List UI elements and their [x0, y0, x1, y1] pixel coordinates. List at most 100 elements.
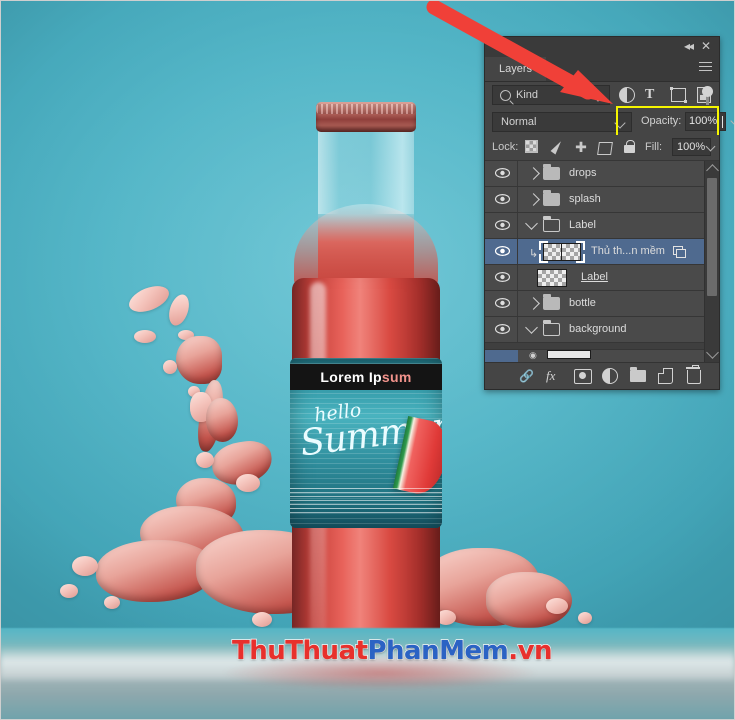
scroll-down-arrow-icon[interactable]	[706, 346, 719, 359]
layer-row[interactable]: Label	[485, 265, 719, 291]
lock-artboard-icon[interactable]	[597, 140, 613, 155]
filter-kind-label: Kind	[516, 89, 539, 101]
lock-image-pixels-icon[interactable]	[550, 139, 564, 155]
close-icon[interactable]: ✕	[701, 40, 711, 53]
panel-footer-toolbar: 🔗 fx	[485, 362, 719, 389]
folder-open-icon	[543, 320, 560, 336]
layer-name: background	[569, 323, 627, 335]
layers-list[interactable]: drops splash Label ↳ Thủ th...n mềm Labe…	[485, 161, 719, 362]
row-divider	[517, 161, 518, 186]
row-divider	[517, 291, 518, 316]
layer-row[interactable]: ↳ Thủ th...n mềm	[485, 239, 719, 265]
layer-row[interactable]: drops	[485, 161, 719, 187]
layer-name: drops	[569, 167, 597, 179]
chevron-right-icon[interactable]	[527, 167, 540, 180]
panel-tab-row: Layers	[485, 57, 719, 82]
new-layer-icon[interactable]	[658, 368, 673, 384]
layers-scrollbar[interactable]	[704, 161, 719, 362]
layer-row[interactable]: Label	[485, 213, 719, 239]
chevron-right-icon[interactable]	[527, 297, 540, 310]
delete-layer-icon[interactable]	[686, 365, 701, 384]
eye-icon[interactable]	[495, 271, 510, 283]
label-title-light: sum	[381, 369, 412, 385]
label-bottom-lines	[290, 488, 442, 514]
eye-icon[interactable]	[495, 245, 510, 257]
layer-style-fx-icon[interactable]: fx	[546, 368, 555, 384]
blend-mode-dropdown[interactable]: Normal	[492, 112, 632, 132]
label-title: Lorem Ipsum	[290, 367, 442, 387]
eye-icon[interactable]	[495, 193, 510, 205]
blend-opacity-row: Normal Opacity: 100%	[485, 106, 735, 137]
chevron-down-icon[interactable]	[525, 321, 538, 334]
folder-icon	[543, 294, 560, 310]
watermark-part-2: PhanMem	[367, 635, 510, 667]
label-title-dark: Lorem Ip	[320, 369, 382, 385]
thumbnail-selection-frame	[539, 241, 585, 263]
eye-icon[interactable]	[495, 297, 510, 309]
folder-icon	[543, 190, 560, 206]
layer-filter-row: Kind T	[485, 82, 719, 109]
text-caret	[722, 116, 723, 128]
row-divider	[517, 187, 518, 212]
fill-value: 100%	[677, 141, 706, 153]
opacity-highlight-box	[616, 106, 719, 137]
lock-transparent-pixels-icon[interactable]	[525, 140, 539, 154]
layer-thumbnail[interactable]	[547, 350, 591, 359]
layer-row-partial[interactable]: ◉	[485, 349, 719, 362]
layer-name: Label	[569, 219, 596, 231]
layer-row[interactable]: bottle	[485, 291, 719, 317]
filter-type-icon[interactable]: T	[645, 86, 662, 104]
filter-adjustment-icon[interactable]	[619, 86, 636, 104]
layers-panel: ◂◂ ✕ Layers Kind T Normal Opacity: 100% …	[484, 36, 735, 390]
new-adjustment-layer-icon[interactable]	[602, 368, 618, 384]
eye-icon[interactable]	[495, 323, 510, 335]
screenshot-root: Lorem Ipsum hello Summer ThuThuatPhanMem…	[0, 0, 735, 720]
layer-row[interactable]: splash	[485, 187, 719, 213]
watermark: ThuThuatPhanMem.vn	[231, 635, 553, 667]
folder-icon	[543, 164, 560, 180]
layer-name: Thủ th...n mềm	[591, 245, 665, 257]
new-group-icon[interactable]	[630, 367, 646, 384]
filter-shape-icon[interactable]	[670, 86, 688, 104]
bottle-label: Lorem Ipsum hello Summer	[290, 358, 442, 528]
scroll-up-arrow-icon[interactable]	[706, 164, 719, 177]
bottle-artwork: Lorem Ipsum hello Summer	[284, 96, 454, 698]
lock-all-icon[interactable]	[622, 140, 636, 154]
panel-titlebar: ◂◂ ✕	[485, 37, 719, 57]
bottle-neck	[318, 118, 414, 214]
search-icon	[500, 90, 511, 101]
bottle-cap-ridge	[316, 104, 416, 114]
eye-icon[interactable]	[495, 219, 510, 231]
blend-mode-value: Normal	[501, 116, 537, 128]
scrollbar-thumb[interactable]	[707, 178, 717, 296]
layer-row[interactable]: background	[485, 317, 719, 343]
smart-object-badge-icon	[673, 246, 686, 258]
eye-icon[interactable]: ◉	[529, 350, 537, 361]
layer-name: bottle	[569, 297, 596, 309]
watermark-part-3: .vn	[507, 635, 553, 667]
lock-row: Lock: ✚ Fill: 100%	[485, 135, 719, 161]
folder-open-icon	[543, 216, 560, 232]
panel-menu-icon[interactable]	[699, 62, 712, 74]
row-divider	[517, 239, 518, 264]
tab-layers[interactable]: Layers	[485, 57, 547, 81]
filter-toggle-icon[interactable]	[701, 85, 713, 105]
watermark-part-1: ThuThuat	[231, 635, 368, 667]
row-divider	[517, 265, 518, 290]
row-divider	[517, 213, 518, 238]
fill-label: Fill:	[645, 141, 663, 153]
lock-label: Lock:	[492, 141, 519, 153]
layer-thumbnail[interactable]	[537, 269, 567, 287]
collapse-icon[interactable]: ◂◂	[684, 40, 694, 53]
link-layers-icon[interactable]: 🔗	[519, 368, 534, 384]
chevron-right-icon[interactable]	[527, 193, 540, 206]
add-layer-mask-icon[interactable]	[574, 368, 592, 384]
eye-icon[interactable]	[495, 167, 510, 179]
layer-row-partial-selection	[485, 350, 518, 362]
filter-kind-dropdown[interactable]: Kind	[492, 85, 610, 105]
layer-name: Label	[581, 271, 608, 283]
layer-name: splash	[569, 193, 601, 205]
lock-position-icon[interactable]: ✚	[574, 140, 588, 154]
chevron-down-icon	[592, 90, 604, 102]
chevron-down-icon[interactable]	[525, 217, 538, 230]
